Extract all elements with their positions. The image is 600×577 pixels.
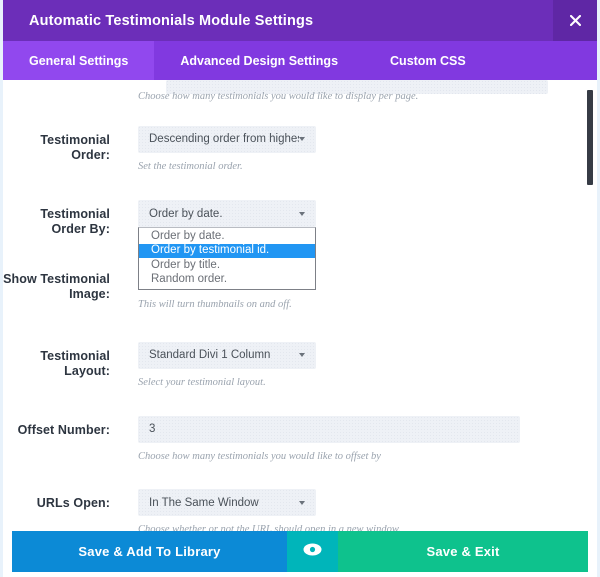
close-button[interactable] [553,0,597,41]
testimonial-order-by-select[interactable]: Order by date. [138,200,316,228]
settings-form: Choose how many testimonials you would l… [3,80,597,531]
field-offset-number: Choose how many testimonials you would l… [138,415,597,464]
tab-label: Advanced Design Settings [180,53,339,68]
dropdown-option-order-by-testimonial-id[interactable]: Order by testimonial id. [139,243,315,259]
help-text-show-testimonial-image: This will turn thumbnails on and off. [138,299,292,311]
field-testimonial-order: Descending order from highest to lowe Se… [138,125,597,174]
tab-advanced-design-settings[interactable]: Advanced Design Settings [154,41,364,80]
form-row-testimonial-order-by: Testimonial Order By: Order by date. Ord… [3,200,597,291]
offset-number-input[interactable] [138,415,520,443]
select-value: Descending order from highest to lowe [149,133,299,146]
form-row-offset-number: Offset Number: Choose how many testimoni… [3,415,597,464]
label-testimonial-order: Testimonial Order: [40,132,110,162]
select-value: Order by date. [149,207,223,220]
help-text-offset-number: Choose how many testimonials you would l… [138,450,381,462]
preview-button[interactable] [287,531,338,572]
select-value: In The Same Window [149,496,259,509]
settings-body: Choose how many testimonials you would l… [3,80,597,531]
modal-footer: Save & Add To Library Save & Exit [12,531,588,572]
module-settings-modal: Automatic Testimonials Module Settings G… [0,0,600,577]
form-row-testimonial-order: Testimonial Order: Descending order from… [3,125,597,174]
testimonial-order-by-dropdown-list[interactable]: Order by date. Order by testimonial id. … [138,227,316,291]
close-icon [569,15,581,26]
eye-icon [303,543,322,561]
row-field: Choose how many testimonials you would l… [138,90,597,104]
form-row-top-help: Choose how many testimonials you would l… [3,90,597,104]
chevron-down-icon [299,137,305,142]
label-testimonial-order-by: Testimonial Order By: [40,207,110,237]
help-text-per-page: Choose how many testimonials you would l… [138,91,419,102]
tab-label: Custom CSS [390,53,466,68]
label-show-testimonial-image: Show Testimonial Image: [3,272,110,302]
dropdown-option-order-by-title[interactable]: Order by title. [139,258,315,273]
chevron-down-icon [299,500,305,505]
field-testimonial-order-by: Order by date. Order by date. Order by t… [138,200,597,291]
scrollbar-thumb[interactable] [587,90,593,185]
help-text-urls-open: Choose whether or not the URL should ope… [138,524,401,531]
page-title: Automatic Testimonials Module Settings [29,12,314,29]
urls-open-select[interactable]: In The Same Window [138,489,316,517]
help-text-testimonial-layout: Select your testimonial layout. [138,376,266,388]
select-value: Standard Divi 1 Column [149,349,271,362]
help-text-testimonial-order: Set the testimonial order. [138,160,243,172]
chevron-down-icon [299,211,305,216]
settings-scrollbar[interactable] [585,80,594,531]
testimonial-order-select[interactable]: Descending order from highest to lowe [138,125,316,153]
field-testimonial-layout: Standard Divi 1 Column Select your testi… [138,341,597,390]
save-and-exit-button[interactable]: Save & Exit [338,531,588,572]
save-and-add-to-library-button[interactable]: Save & Add To Library [12,531,287,572]
settings-tabs: General Settings Advanced Design Setting… [3,41,597,80]
label-urls-open: URLs Open: [36,496,110,511]
chevron-down-icon [299,353,305,358]
label-offset-number: Offset Number: [17,422,110,437]
form-row-urls-open: URLs Open: In The Same Window Choose whe… [3,489,597,531]
tab-custom-css[interactable]: Custom CSS [364,41,492,80]
tab-general-settings[interactable]: General Settings [3,41,155,80]
field-urls-open: In The Same Window Choose whether or not… [138,489,597,531]
modal-titlebar: Automatic Testimonials Module Settings [3,0,597,41]
dropdown-option-random-order[interactable]: Random order. [139,273,315,288]
button-label: Save & Exit [426,544,500,559]
settings-scroll-area: Choose how many testimonials you would l… [3,80,597,531]
dropdown-option-order-by-date[interactable]: Order by date. [139,229,315,244]
testimonial-layout-select[interactable]: Standard Divi 1 Column [138,341,316,369]
tab-label: General Settings [29,53,129,68]
form-row-testimonial-layout: Testimonial Layout: Standard Divi 1 Colu… [3,341,597,390]
button-label: Save & Add To Library [78,544,221,559]
label-testimonial-layout: Testimonial Layout: [40,348,110,378]
